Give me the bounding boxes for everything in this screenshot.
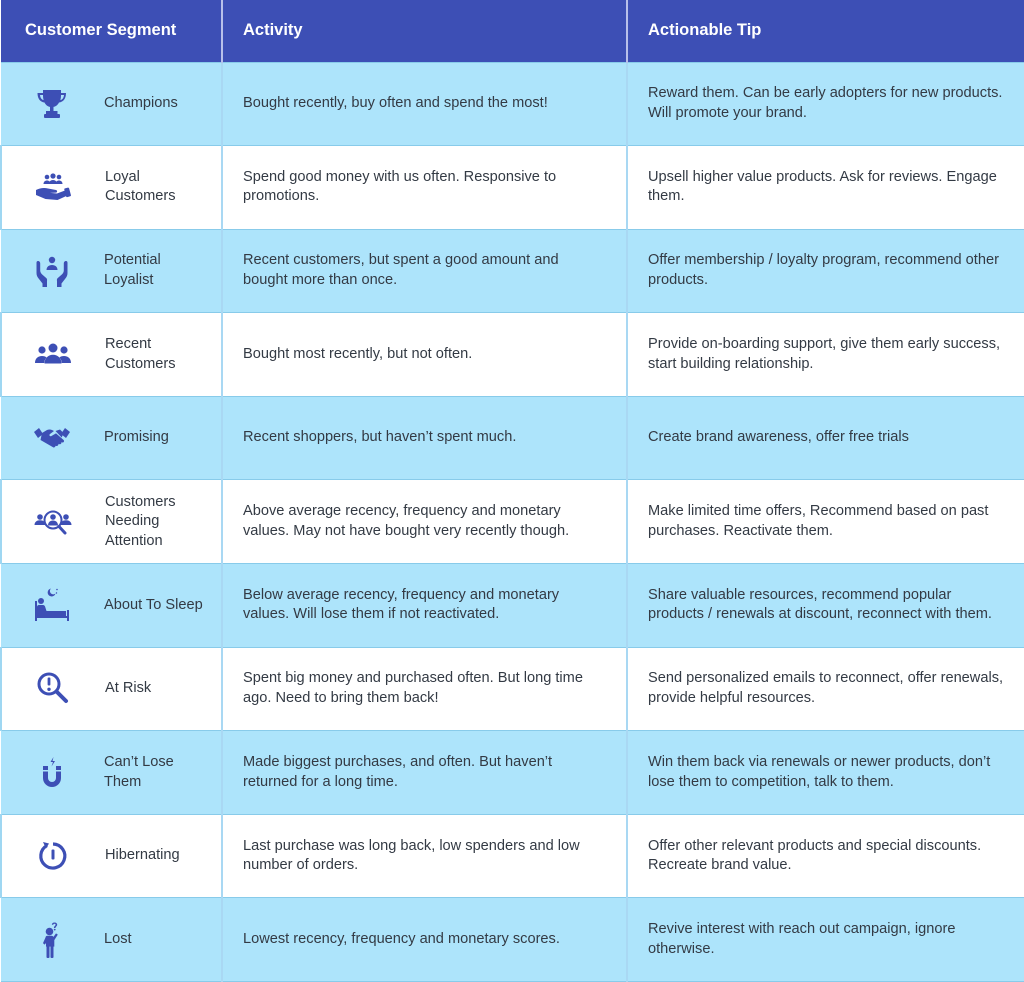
segment-cell: Potential Loyalist bbox=[1, 228, 223, 314]
tip-cell: Create brand awareness, offer free trial… bbox=[627, 395, 1024, 481]
people-magnifier-icon bbox=[33, 502, 73, 542]
activity-cell: Bought most recently, but not often. bbox=[222, 312, 628, 397]
segment-cell: At Risk bbox=[0, 646, 223, 732]
sleeping-bed-icon bbox=[32, 585, 72, 625]
activity-cell: Lowest recency, frequency and monetary s… bbox=[222, 897, 628, 982]
segment-cell: About To Sleep bbox=[1, 563, 223, 648]
activity-cell: Below average recency, frequency and mon… bbox=[222, 563, 628, 648]
tip-cell: Make limited time offers, Recommend base… bbox=[627, 479, 1024, 565]
table-row: At Risk Spent big money and purchased of… bbox=[0, 646, 1024, 732]
magnet-icon bbox=[32, 753, 72, 793]
activity-cell: Last purchase was long back, low spender… bbox=[222, 813, 628, 899]
tip-cell: Revive interest with reach out campaign,… bbox=[627, 897, 1024, 982]
segment-cell: Hibernating bbox=[0, 813, 223, 899]
header-activity: Activity bbox=[222, 0, 628, 62]
segment-name: About To Sleep bbox=[104, 596, 203, 613]
header-actionable-tip: Actionable Tip bbox=[627, 0, 1024, 62]
power-cycle-icon bbox=[33, 836, 73, 876]
segment-cell: Promising bbox=[1, 395, 223, 481]
alert-magnifier-icon bbox=[33, 669, 73, 709]
tip-cell: Upsell higher value products. Ask for re… bbox=[627, 145, 1024, 230]
activity-cell: Bought recently, buy often and spend the… bbox=[222, 61, 628, 147]
tip-cell: Reward them. Can be early adopters for n… bbox=[627, 61, 1024, 147]
customer-segment-table: Customer Segment Activity Actionable Tip… bbox=[0, 0, 1024, 982]
table-row: Loyal Customers Spend good money with us… bbox=[0, 145, 1024, 230]
segment-cell: Customers Needing Attention bbox=[0, 479, 223, 565]
table-row: Promising Recent shoppers, but haven’t s… bbox=[1, 395, 1024, 481]
tip-cell: Share valuable resources, recommend popu… bbox=[627, 563, 1024, 648]
group-icon bbox=[33, 335, 73, 375]
segment-name: Lost bbox=[104, 930, 132, 947]
table-header-row: Customer Segment Activity Actionable Tip bbox=[1, 0, 1024, 62]
table-row: About To Sleep Below average recency, fr… bbox=[1, 563, 1024, 648]
confused-person-icon bbox=[32, 920, 72, 960]
segment-name: Loyal Customers bbox=[105, 168, 176, 205]
tip-cell: Win them back via renewals or newer prod… bbox=[627, 730, 1024, 815]
table-row: Customers Needing Attention Above averag… bbox=[0, 479, 1024, 565]
handshake-icon bbox=[32, 418, 72, 458]
table-row: Can’t Lose Them Made biggest purchases, … bbox=[1, 730, 1024, 815]
activity-cell: Spent big money and purchased often. But… bbox=[222, 646, 628, 732]
segment-name: Customers Needing Attention bbox=[105, 493, 176, 549]
table-row: Potential Loyalist Recent customers, but… bbox=[1, 228, 1024, 314]
tip-cell: Offer other relevant products and specia… bbox=[627, 813, 1024, 899]
table-row: Lost Lowest recency, frequency and monet… bbox=[1, 897, 1024, 982]
segment-cell: Recent Customers bbox=[0, 312, 223, 397]
segment-cell: Lost bbox=[1, 897, 223, 982]
segment-name: Recent Customers bbox=[105, 336, 176, 372]
segment-name: Potential Loyalist bbox=[104, 252, 161, 288]
trophy-icon bbox=[32, 84, 72, 124]
segment-name: Champions bbox=[104, 95, 178, 112]
segment-cell: Champions bbox=[1, 61, 223, 147]
activity-cell: Recent shoppers, but haven’t spent much. bbox=[222, 395, 628, 481]
activity-cell: Above average recency, frequency and mon… bbox=[222, 479, 628, 565]
hands-person-icon bbox=[32, 251, 72, 291]
segment-cell: Loyal Customers bbox=[0, 145, 223, 230]
activity-cell: Recent customers, but spent a good amoun… bbox=[222, 228, 628, 314]
hand-holding-people-icon bbox=[33, 167, 73, 207]
tip-cell: Offer membership / loyalty program, reco… bbox=[627, 228, 1024, 314]
segment-name: At Risk bbox=[105, 680, 152, 697]
table-row: Champions Bought recently, buy often and… bbox=[1, 61, 1024, 147]
table-row: Recent Customers Bought most recently, b… bbox=[0, 312, 1024, 397]
header-customer-segment: Customer Segment bbox=[1, 0, 223, 62]
tip-cell: Provide on-boarding support, give them e… bbox=[627, 312, 1024, 397]
segment-cell: Can’t Lose Them bbox=[1, 730, 223, 815]
segment-name: Hibernating bbox=[105, 847, 180, 864]
tip-cell: Send personalized emails to reconnect, o… bbox=[627, 646, 1024, 732]
activity-cell: Spend good money with us often. Responsi… bbox=[222, 145, 628, 230]
segment-name: Can’t Lose Them bbox=[104, 754, 174, 790]
table-row: Hibernating Last purchase was long back,… bbox=[0, 813, 1024, 899]
segment-name: Promising bbox=[104, 429, 169, 446]
activity-cell: Made biggest purchases, and often. But h… bbox=[222, 730, 628, 815]
